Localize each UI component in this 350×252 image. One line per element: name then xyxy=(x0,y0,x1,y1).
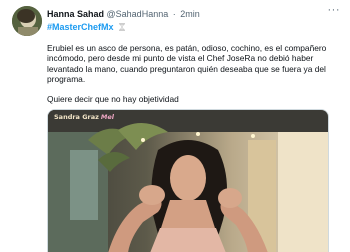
author-line: Hanna Sahad @SahadHanna · 2min xyxy=(47,9,200,19)
tweet-paragraph-2: Quiere decir que no hay objetividad xyxy=(47,93,179,104)
hashtag-line: #MasterChefMx xyxy=(47,22,126,32)
author-avatar[interactable] xyxy=(12,6,42,36)
tweet-header: Hanna Sahad @SahadHanna · 2min #MasterCh… xyxy=(47,6,338,36)
tweet-text: Erubiel es un asco de persona, es patán,… xyxy=(47,43,337,113)
hourglass-icon xyxy=(118,23,126,31)
avatar-image xyxy=(12,6,42,36)
watermark-tag: Mel xyxy=(100,113,115,121)
author-handle[interactable]: @SahadHanna xyxy=(107,9,169,19)
author-name[interactable]: Hanna Sahad xyxy=(47,9,104,19)
more-options-icon[interactable]: ··· xyxy=(328,5,341,16)
tweet-timestamp[interactable]: 2min xyxy=(180,9,200,19)
tweet-card[interactable]: Hanna Sahad @SahadHanna · 2min #MasterCh… xyxy=(0,0,350,252)
separator-dot: · xyxy=(172,9,176,19)
tweet-paragraph-1: Erubiel es un asco de persona, es patán,… xyxy=(47,43,327,85)
media-frame xyxy=(48,110,328,252)
watermark-name: Sandra Graz xyxy=(54,113,99,121)
video-watermark: Sandra Graz Mel xyxy=(54,113,114,121)
hashtag-link[interactable]: #MasterChefMx xyxy=(47,22,114,32)
tweet-media-video[interactable]: Sandra Graz Mel xyxy=(47,109,329,252)
